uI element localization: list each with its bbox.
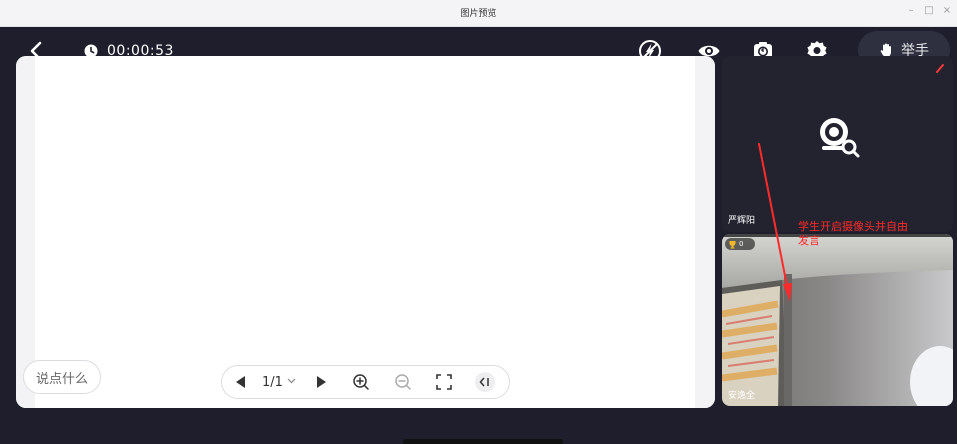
annotation-line-1: 学生开启摄像头并自由 (798, 220, 908, 233)
home-indicator-bar (403, 439, 563, 444)
minimize-button[interactable]: – (904, 4, 918, 18)
trophy-icon (729, 240, 736, 248)
prev-page-icon[interactable] (234, 366, 248, 398)
close-button[interactable]: × (940, 4, 954, 18)
teacher-video-tile[interactable]: 严辉阳 (722, 56, 953, 232)
whiteboard[interactable]: 说点什么 1/1 (16, 56, 715, 408)
teacher-name: 严辉阳 (728, 216, 756, 226)
page-indicator[interactable]: 1/1 (262, 366, 296, 398)
page-number: 1/1 (262, 374, 283, 390)
next-page-icon[interactable] (314, 366, 328, 398)
webcam-search-icon (820, 118, 860, 158)
trophy-count: 0 (739, 240, 744, 248)
chat-input-button[interactable]: 说点什么 (23, 360, 101, 394)
fullscreen-icon[interactable] (435, 366, 453, 398)
os-title-bar: 图片预览 – □ × (0, 0, 957, 27)
student-camera-feed (722, 234, 953, 406)
chevron-down-icon (287, 376, 296, 388)
trophy-badge: 0 (725, 238, 755, 250)
maximize-button[interactable]: □ (922, 4, 936, 18)
zoom-in-icon[interactable] (352, 366, 370, 398)
collapse-icon[interactable] (474, 366, 496, 398)
zoom-out-icon[interactable] (394, 366, 412, 398)
annotation-text: 学生开启摄像头并自由 发言 (798, 220, 938, 248)
whiteboard-right-margin (695, 56, 715, 408)
whiteboard-left-margin (16, 56, 35, 408)
page-control-bar: 1/1 (221, 365, 510, 399)
mic-active-icon (936, 64, 944, 73)
student-name: 安逸全 (728, 391, 756, 401)
window-title: 图片预览 (460, 9, 497, 19)
annotation-line-2: 发言 (798, 234, 820, 247)
student-video-tile[interactable]: 0 安逸全 (722, 234, 953, 406)
